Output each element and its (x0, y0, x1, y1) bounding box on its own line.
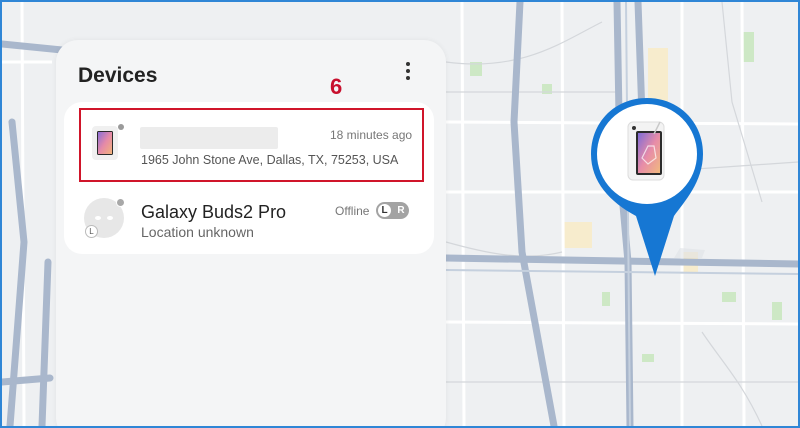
devices-title: Devices (78, 64, 158, 87)
offline-status: Offline (335, 204, 370, 218)
device-location: Location unknown (141, 224, 254, 240)
status-dot (118, 124, 124, 130)
device-name-placeholder (140, 127, 278, 149)
earbud-side-badge: L (85, 225, 98, 238)
more-vertical-icon[interactable] (400, 60, 416, 82)
status-dot (116, 198, 125, 207)
device-name: Galaxy Buds2 Pro (141, 202, 287, 222)
tablet-icon (92, 126, 118, 160)
device-address: 1965 John Stone Ave, Dallas, TX, 75253, … (141, 153, 399, 167)
tablet-location-pin-icon[interactable] (590, 98, 705, 278)
annotation-number: 6 (330, 74, 343, 99)
app-window: Devices 6 18 minutes ago 1965 John Stone… (0, 0, 800, 428)
left-right-badge: L R (376, 202, 409, 219)
last-seen-time: 18 minutes ago (330, 128, 413, 142)
